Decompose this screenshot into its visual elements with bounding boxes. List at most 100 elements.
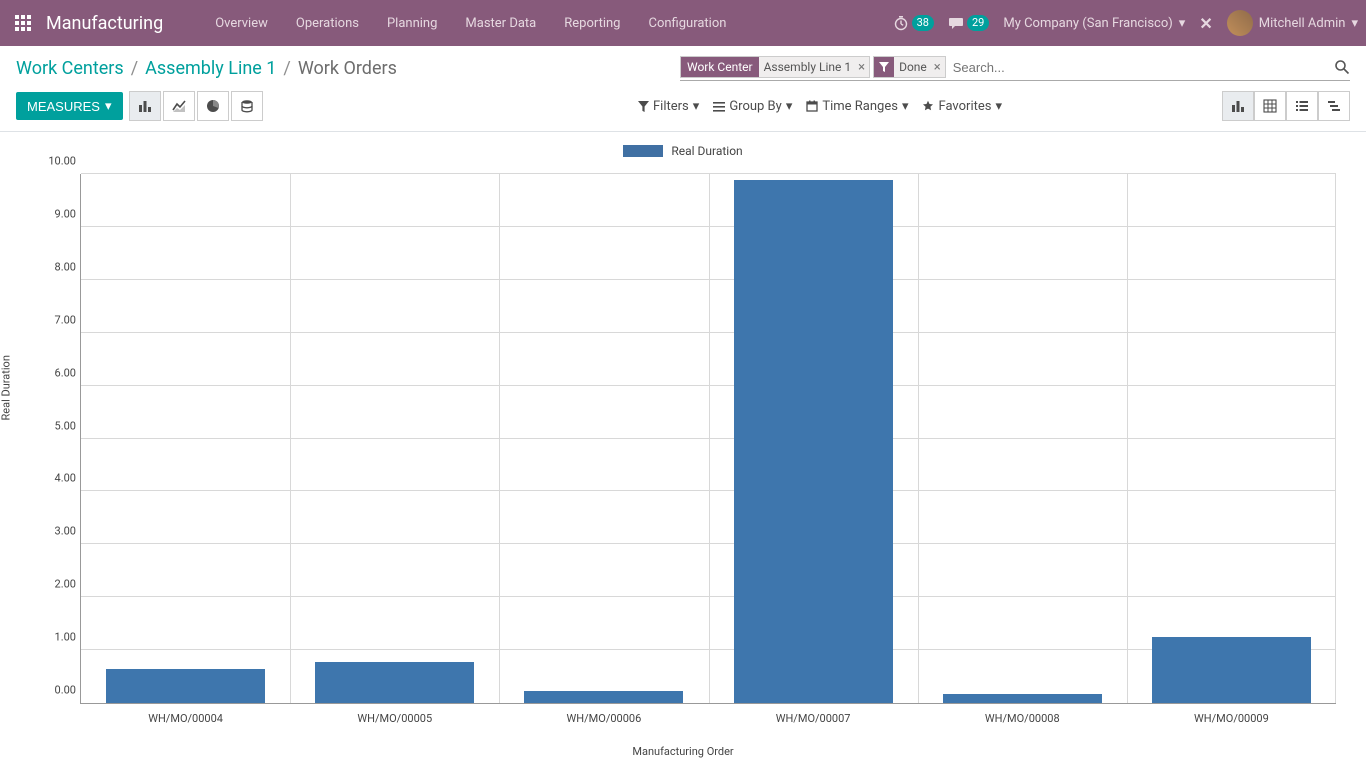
- filters-label: Filters: [653, 99, 689, 114]
- search-icon[interactable]: [1334, 59, 1350, 75]
- bar[interactable]: [524, 691, 683, 703]
- apps-icon[interactable]: [8, 8, 38, 38]
- chevron-down-icon: ▾: [105, 98, 112, 114]
- menu-planning[interactable]: Planning: [375, 10, 449, 37]
- y-tick: 2.00: [36, 578, 76, 591]
- menu-reporting[interactable]: Reporting: [552, 10, 632, 37]
- y-tick: 10.00: [36, 155, 76, 168]
- bar[interactable]: [1152, 637, 1311, 703]
- grid-vline: [1335, 174, 1336, 703]
- close-button[interactable]: ✕: [1199, 14, 1212, 33]
- breadcrumb-current: Work Orders: [298, 58, 397, 79]
- chevron-down-icon: ▾: [902, 99, 909, 114]
- graph-view-icon[interactable]: [1222, 91, 1254, 121]
- avatar: [1227, 10, 1253, 36]
- facet-value: Assembly Line 1: [759, 60, 857, 74]
- messaging-indicator[interactable]: 29: [948, 15, 989, 31]
- y-tick: 4.00: [36, 472, 76, 485]
- plot-area: 0.001.002.003.004.005.006.007.008.009.00…: [80, 174, 1336, 704]
- chart-area: Real Duration 0.001.002.003.004.005.006.…: [10, 164, 1356, 764]
- bar-chart-icon[interactable]: [129, 91, 161, 121]
- grid-vline: [499, 174, 500, 703]
- stacked-icon[interactable]: [231, 91, 263, 121]
- grid-vline: [1127, 174, 1128, 703]
- top-menu: Overview Operations Planning Master Data…: [203, 10, 738, 37]
- facet-done: Done ×: [873, 56, 946, 78]
- favorites-label: Favorites: [938, 99, 991, 114]
- facet-label: Work Center: [681, 57, 759, 77]
- groupby-label: Group By: [729, 99, 782, 114]
- filter-icon: [874, 57, 894, 77]
- menu-configuration[interactable]: Configuration: [636, 10, 738, 37]
- x-axis-label: Manufacturing Order: [632, 745, 733, 758]
- favorites-dropdown[interactable]: Favorites ▾: [922, 99, 1002, 114]
- facet-value: Done: [894, 60, 932, 74]
- app-name[interactable]: Manufacturing: [46, 13, 163, 34]
- legend-label: Real Duration: [671, 144, 742, 158]
- timeranges-label: Time Ranges: [822, 99, 898, 114]
- y-tick: 3.00: [36, 525, 76, 538]
- facet-remove-icon[interactable]: ×: [932, 60, 945, 75]
- chevron-down-icon: ▾: [786, 99, 793, 114]
- pivot-view-icon[interactable]: [1254, 91, 1286, 121]
- measures-label: MEASURES: [27, 99, 100, 114]
- chat-badge: 29: [967, 15, 989, 31]
- chart-container: Real Duration Real Duration 0.001.002.00…: [0, 132, 1366, 764]
- control-panel: Work Centers / Assembly Line 1 / Work Or…: [0, 46, 1366, 132]
- filters-dropdown[interactable]: Filters ▾: [638, 99, 699, 114]
- user-menu[interactable]: Mitchell Admin ▾: [1227, 10, 1358, 36]
- timeranges-dropdown[interactable]: Time Ranges ▾: [806, 99, 908, 114]
- x-tick: WH/MO/00005: [357, 712, 432, 725]
- x-tick: WH/MO/00006: [567, 712, 642, 725]
- list-view-icon[interactable]: [1286, 91, 1318, 121]
- menu-operations[interactable]: Operations: [284, 10, 371, 37]
- company-selector[interactable]: My Company (San Francisco) ▾: [1003, 16, 1185, 31]
- line-chart-icon[interactable]: [163, 91, 195, 121]
- menu-master-data[interactable]: Master Data: [453, 10, 548, 37]
- top-navbar: Manufacturing Overview Operations Planni…: [0, 0, 1366, 46]
- y-tick: 7.00: [36, 313, 76, 326]
- search-options: Filters ▾ Group By ▾ Time Ranges ▾ Favor…: [638, 99, 1002, 114]
- y-tick: 1.00: [36, 631, 76, 644]
- search-bar: Work Center Assembly Line 1 × Done ×: [680, 56, 1350, 81]
- bar[interactable]: [943, 694, 1102, 703]
- facet-work-center: Work Center Assembly Line 1 ×: [680, 56, 870, 78]
- y-tick: 9.00: [36, 207, 76, 220]
- groupby-dropdown[interactable]: Group By ▾: [713, 99, 792, 114]
- bar[interactable]: [106, 669, 265, 703]
- chevron-down-icon: ▾: [995, 99, 1002, 114]
- menu-overview[interactable]: Overview: [203, 10, 280, 37]
- company-name: My Company (San Francisco): [1003, 16, 1172, 31]
- chevron-down-icon: ▾: [693, 99, 700, 114]
- grid-vline: [918, 174, 919, 703]
- chevron-down-icon: ▾: [1351, 16, 1358, 31]
- x-tick: WH/MO/00004: [148, 712, 223, 725]
- view-switcher: [1222, 91, 1350, 121]
- pie-chart-icon[interactable]: [197, 91, 229, 121]
- facet-remove-icon[interactable]: ×: [856, 60, 869, 75]
- chart-legend: Real Duration: [10, 144, 1356, 158]
- timer-indicator[interactable]: 38: [893, 15, 934, 31]
- breadcrumb: Work Centers / Assembly Line 1 / Work Or…: [16, 58, 397, 79]
- legend-swatch: [623, 145, 663, 157]
- y-tick: 6.00: [36, 366, 76, 379]
- x-tick: WH/MO/00008: [985, 712, 1060, 725]
- breadcrumb-work-centers[interactable]: Work Centers: [16, 58, 124, 79]
- grid-vline: [290, 174, 291, 703]
- bar[interactable]: [315, 662, 474, 703]
- grid-vline: [709, 174, 710, 703]
- x-tick: WH/MO/00007: [776, 712, 851, 725]
- search-input[interactable]: [949, 58, 1328, 77]
- measures-button[interactable]: MEASURES ▾: [16, 92, 123, 120]
- y-tick: 8.00: [36, 260, 76, 273]
- breadcrumb-sep: /: [131, 58, 138, 79]
- user-name: Mitchell Admin: [1259, 16, 1346, 31]
- y-axis-label: Real Duration: [0, 355, 13, 420]
- y-tick: 0.00: [36, 684, 76, 697]
- gantt-view-icon[interactable]: [1318, 91, 1350, 121]
- bar[interactable]: [734, 180, 893, 703]
- breadcrumb-sep: /: [283, 58, 290, 79]
- timer-badge: 38: [912, 15, 934, 31]
- breadcrumb-assembly-line[interactable]: Assembly Line 1: [145, 58, 276, 79]
- x-tick: WH/MO/00009: [1194, 712, 1269, 725]
